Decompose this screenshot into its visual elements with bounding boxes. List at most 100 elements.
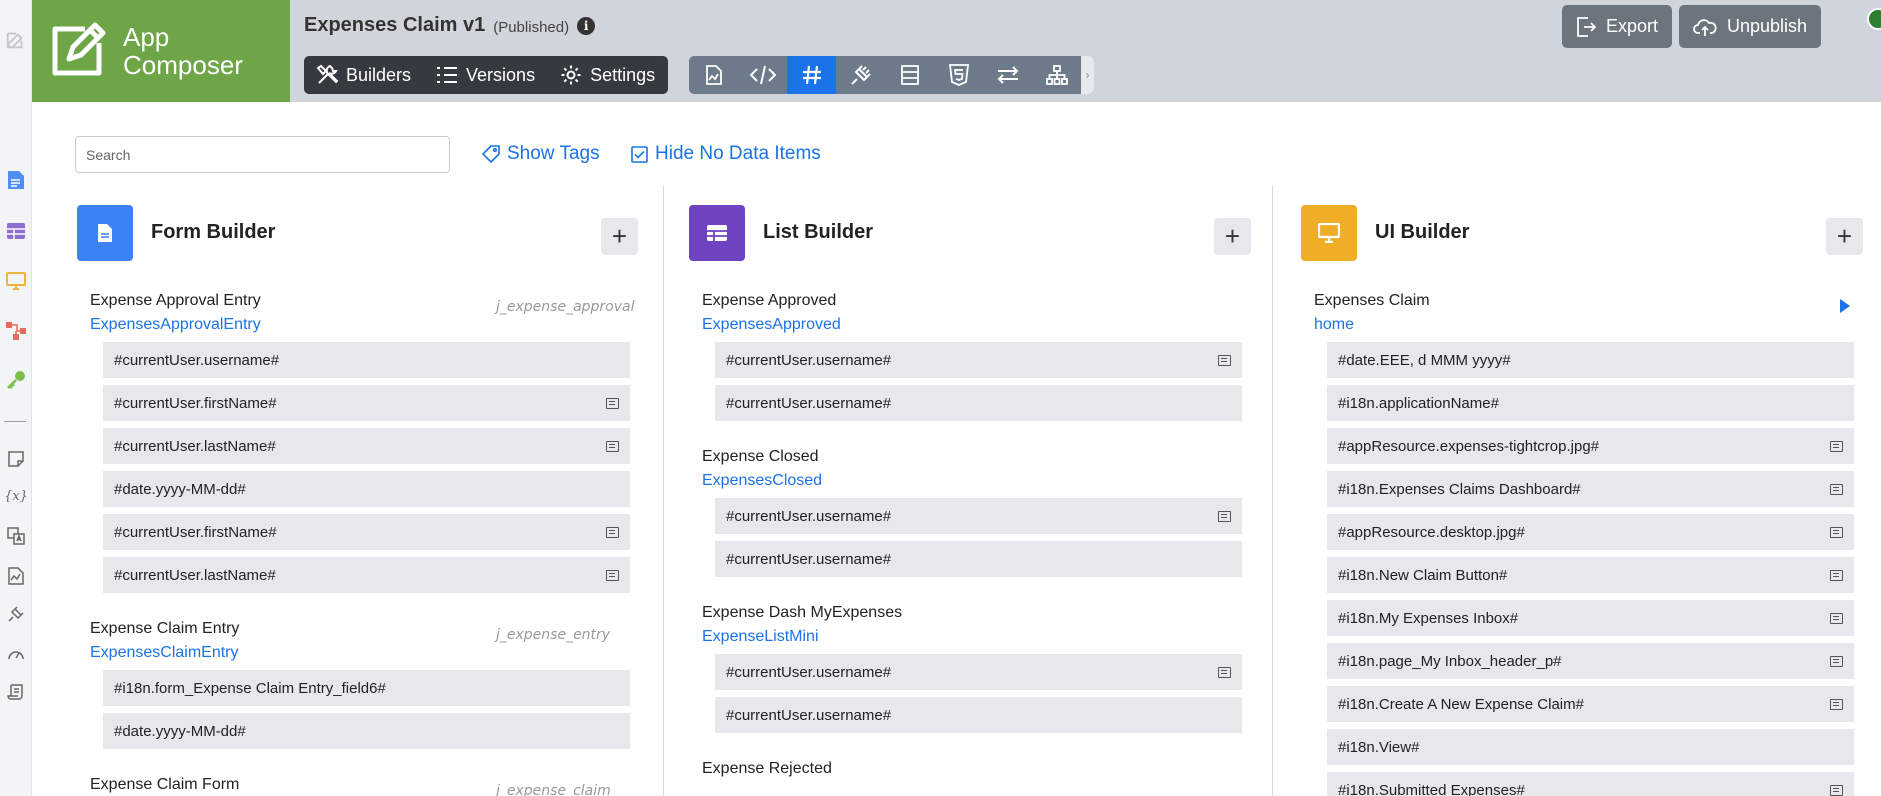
comment-icon[interactable] — [1830, 698, 1843, 710]
comment-icon[interactable] — [1218, 354, 1231, 366]
export-icon — [1577, 16, 1596, 37]
chevron-right-icon[interactable]: › — [1081, 56, 1094, 94]
hash-icon[interactable] — [787, 56, 836, 94]
hash-variable-text: #i18n.My Expenses Inbox# — [1338, 609, 1519, 627]
process-builder-icon[interactable] — [4, 319, 28, 343]
comment-icon[interactable] — [606, 397, 619, 409]
unpublish-label: Unpublish — [1727, 16, 1808, 36]
play-icon[interactable] — [1840, 299, 1850, 313]
hash-variable-row[interactable]: #i18n.form_Expense Claim Entry_field6# — [103, 670, 630, 706]
list-group: Expense Approval Entry ExpensesApprovalEn… — [90, 289, 635, 593]
add-form-button[interactable]: + — [601, 218, 638, 255]
comment-icon[interactable] — [606, 569, 619, 581]
settings-button[interactable]: Settings — [548, 56, 668, 94]
hash-variable-row[interactable]: #i18n.Submitted Expenses# — [1327, 772, 1854, 796]
export-label: Export — [1606, 16, 1659, 36]
cloud-upload-icon — [1693, 18, 1717, 36]
versions-button[interactable]: Versions — [424, 56, 548, 94]
add-ui-button[interactable]: + — [1826, 218, 1863, 255]
hash-variable-row[interactable]: #appResource.expenses-tightcrop.jpg# — [1327, 428, 1854, 464]
group-link[interactable]: ExpensesClosed — [702, 469, 822, 493]
exchange-icon[interactable] — [983, 56, 1032, 94]
group-link[interactable]: ExpensesApprovalEntry — [90, 313, 261, 337]
comment-icon[interactable] — [606, 526, 619, 538]
brand-line-1: App — [123, 22, 170, 52]
comment-icon[interactable] — [1830, 784, 1843, 796]
hash-variable-row[interactable]: #currentUser.lastName# — [103, 557, 630, 593]
comment-icon[interactable] — [606, 440, 619, 452]
hash-variable-row[interactable]: #i18n.Create A New Expense Claim# — [1327, 686, 1854, 722]
form-builder-icon[interactable] — [4, 168, 28, 192]
hash-variable-row[interactable]: #currentUser.username# — [715, 541, 1242, 577]
hash-variable-row[interactable]: #currentUser.username# — [715, 342, 1242, 378]
hash-variable-row[interactable]: #date.yyyy-MM-dd# — [103, 471, 630, 507]
comment-icon[interactable] — [1830, 569, 1843, 581]
hash-variable-row[interactable]: #currentUser.username# — [715, 654, 1242, 690]
sitemap-icon[interactable] — [1032, 56, 1081, 94]
table-name: j_expense_entry — [496, 627, 611, 643]
hash-variable-row[interactable]: #currentUser.username# — [103, 342, 630, 378]
group-link[interactable]: ExpenseListMini — [702, 625, 819, 649]
code-icon[interactable] — [738, 56, 787, 94]
tag-icon — [482, 145, 500, 163]
group-link[interactable]: ExpensesApproved — [702, 313, 841, 337]
key-icon[interactable] — [4, 368, 28, 392]
comment-icon[interactable] — [1218, 666, 1231, 678]
dashboard-icon[interactable] — [4, 642, 28, 666]
plug-icon[interactable] — [836, 56, 885, 94]
builders-label: Builders — [346, 64, 412, 85]
hash-variable-row[interactable]: #i18n.New Claim Button# — [1327, 557, 1854, 593]
hash-variable-row[interactable]: #i18n.applicationName# — [1327, 385, 1854, 421]
list-group: Expense Rejected — [702, 757, 1242, 781]
report-icon[interactable] — [4, 564, 28, 588]
comment-icon[interactable] — [1830, 526, 1843, 538]
comment-icon[interactable] — [1218, 510, 1231, 522]
hash-variable-row[interactable]: #currentUser.firstName# — [103, 514, 630, 550]
hash-variable-row[interactable]: #i18n.My Expenses Inbox# — [1327, 600, 1854, 636]
brand-text: App Composer — [123, 23, 243, 79]
hash-variable-row[interactable]: #i18n.View# — [1327, 729, 1854, 765]
ui-builder-icon[interactable] — [4, 269, 28, 293]
hash-variable-row[interactable]: #currentUser.username# — [715, 697, 1242, 733]
hash-variable-row[interactable]: #appResource.desktop.jpg# — [1327, 514, 1854, 550]
unpublish-button[interactable]: Unpublish — [1679, 5, 1822, 48]
variable-icon[interactable]: {x} — [4, 484, 28, 508]
avatar[interactable] — [1867, 8, 1881, 30]
show-tags-link[interactable]: Show Tags — [482, 143, 600, 165]
info-icon[interactable]: i — [577, 16, 596, 35]
hash-variable-row[interactable]: #currentUser.username# — [715, 385, 1242, 421]
hash-variable-row[interactable]: #date.yyyy-MM-dd# — [103, 713, 630, 749]
list-builder-icon[interactable] — [4, 219, 28, 243]
translate-icon[interactable] — [4, 524, 28, 548]
hash-variable-row[interactable]: #currentUser.username# — [715, 498, 1242, 534]
list-builder-title: List Builder — [763, 221, 874, 243]
comment-icon[interactable] — [1830, 440, 1843, 452]
app-composer-brand[interactable]: App Composer — [32, 0, 290, 102]
comment-icon[interactable] — [1830, 612, 1843, 624]
gear-icon — [561, 65, 581, 85]
edit-icon[interactable] — [4, 28, 28, 52]
html5-icon[interactable] — [934, 56, 983, 94]
list-columns-icon[interactable] — [885, 56, 934, 94]
plugin-icon[interactable] — [4, 602, 28, 626]
list-group: Expense Claim Entry ExpensesClaimEntry j_e… — [90, 617, 630, 749]
chart-file-icon[interactable] — [689, 56, 738, 94]
hash-variable-row[interactable]: #date.EEE, d MMM yyyy# — [1327, 342, 1854, 378]
ui-builder-column: UI Builder + Expenses Claim home #date.EEE… — [1301, 185, 1881, 796]
script-icon[interactable] — [4, 680, 28, 704]
comment-icon[interactable] — [1830, 483, 1843, 495]
hash-variable-row[interactable]: #i18n.page_My Inbox_header_p# — [1327, 643, 1854, 679]
hide-no-data-link[interactable]: Hide No Data Items — [631, 143, 821, 165]
export-button[interactable]: Export — [1562, 5, 1673, 48]
hash-variable-row[interactable]: #currentUser.firstName# — [103, 385, 630, 421]
add-list-button[interactable]: + — [1214, 218, 1251, 255]
comment-icon[interactable] — [1830, 655, 1843, 667]
hash-variable-text: #currentUser.username# — [726, 706, 892, 724]
hash-variable-row[interactable]: #i18n.Expenses Claims Dashboard# — [1327, 471, 1854, 507]
group-link[interactable]: ExpensesClaimEntry — [90, 641, 239, 665]
search-input[interactable] — [75, 136, 450, 173]
group-link[interactable]: home — [1314, 313, 1354, 337]
note-icon[interactable] — [4, 447, 28, 471]
builders-button[interactable]: Builders — [304, 56, 424, 94]
hash-variable-row[interactable]: #currentUser.lastName# — [103, 428, 630, 464]
